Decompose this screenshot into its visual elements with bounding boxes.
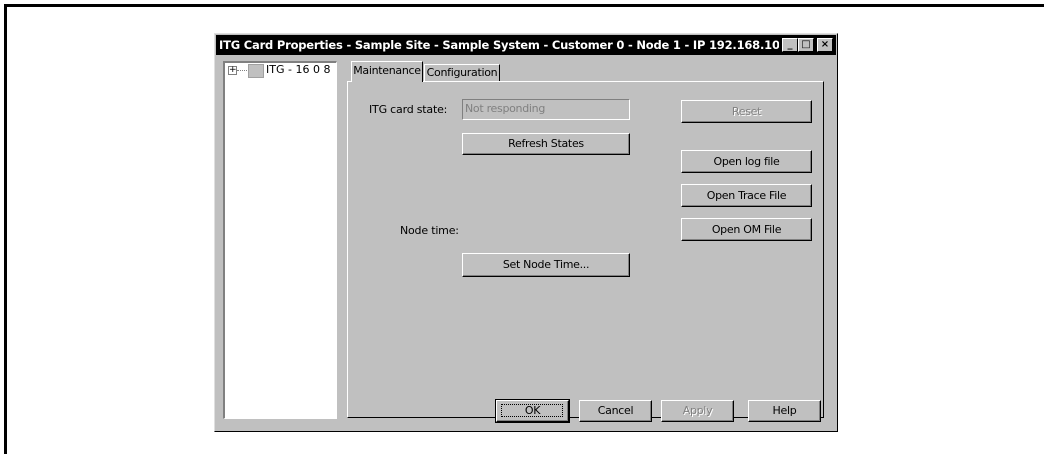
reset-button[interactable]: Reset [681,100,812,123]
maintenance-panel: ITG card state: Not responding Refresh S… [347,81,824,418]
tree-item-label[interactable]: ITG - 16 0 8 [266,63,330,76]
title-bar[interactable]: ITG Card Properties - Sample Site - Samp… [216,35,836,55]
focus-ring [501,404,563,417]
help-button[interactable]: Help [748,400,821,422]
card-state-label: ITG card state: [369,103,448,116]
open-trace-file-button[interactable]: Open Trace File [681,184,812,207]
card-state-field: Not responding [462,99,630,120]
node-time-label: Node time: [400,224,459,237]
window-title: ITG Card Properties - Sample Site - Samp… [219,38,779,52]
minimize-button[interactable]: _ [782,38,798,52]
page-border-top [4,4,1044,7]
tab-configuration[interactable]: Configuration [424,64,500,82]
ok-button[interactable]: OK [495,399,570,423]
tab-maintenance[interactable]: Maintenance [351,61,423,82]
open-om-file-button[interactable]: Open OM File [681,218,812,241]
maximize-button[interactable]: □ [798,38,814,52]
refresh-states-button[interactable]: Refresh States [462,133,630,155]
card-tree[interactable]: + ITG - 16 0 8 [223,61,337,419]
itg-card-properties-window: ITG Card Properties - Sample Site - Samp… [214,33,838,432]
card-icon [248,64,264,78]
apply-button[interactable]: Apply [661,400,734,422]
cancel-button[interactable]: Cancel [579,400,652,422]
close-button[interactable]: × [817,38,833,52]
tree-connector [237,70,247,71]
expand-icon[interactable]: + [228,66,237,75]
open-log-file-button[interactable]: Open log file [681,150,812,173]
page-border-left [4,4,7,454]
set-node-time-button[interactable]: Set Node Time... [462,253,630,277]
